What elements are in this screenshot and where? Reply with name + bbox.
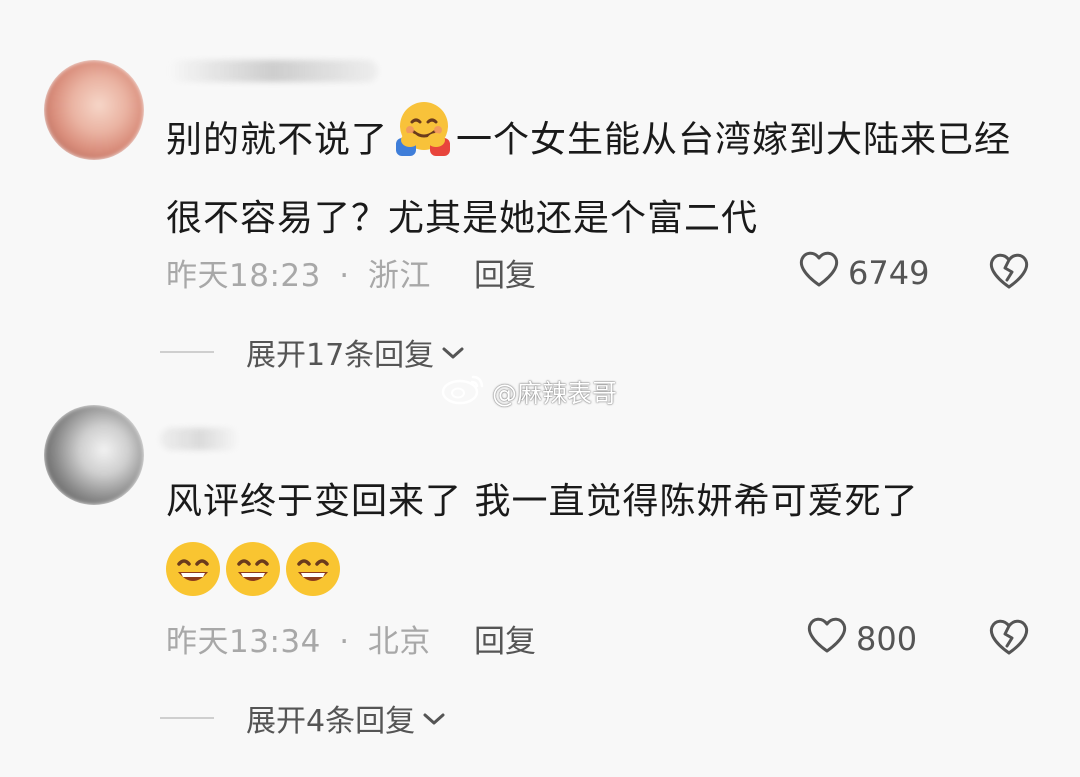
grinning-face-emoji-icon — [284, 540, 342, 602]
expand-replies-label: 展开4条回复 — [246, 704, 416, 739]
comment-text: 风评终于变回来了 我一直觉得陈妍希可爱死了 — [166, 466, 1040, 538]
comment-time: 昨天13:34 — [166, 624, 321, 660]
reply-button[interactable]: 回复 — [474, 250, 536, 295]
like-button[interactable]: 6749 — [798, 250, 929, 296]
watermark-text: @麻辣表哥 — [492, 379, 618, 408]
chevron-down-icon — [421, 701, 447, 736]
watermark: @麻辣表哥 — [440, 372, 617, 412]
username-redacted — [160, 428, 240, 450]
expand-replies-button[interactable]: 展开17条回复 — [160, 330, 466, 374]
chevron-down-icon — [440, 335, 466, 370]
expand-replies-label: 展开17条回复 — [246, 338, 435, 373]
comment-meta: 昨天13:34 · 北京 — [166, 616, 431, 661]
heart-icon — [806, 616, 848, 662]
comment-text-part-1: 别的就不说了 — [166, 119, 389, 161]
comment-time: 昨天18:23 — [166, 258, 321, 294]
grinning-face-emoji-icon — [224, 540, 282, 602]
expand-replies-button[interactable]: 展开4条回复 — [160, 696, 447, 740]
grinning-emoji-row — [164, 540, 342, 602]
avatar-image — [44, 405, 144, 505]
broken-heart-icon — [988, 253, 1030, 294]
comment-location: 北京 — [367, 624, 431, 660]
weibo-icon — [440, 372, 486, 412]
avatar[interactable] — [44, 405, 144, 505]
divider — [160, 717, 214, 719]
avatar[interactable] — [44, 60, 144, 160]
dislike-button[interactable] — [988, 618, 1030, 660]
comment-location: 浙江 — [367, 258, 431, 294]
grinning-face-emoji-icon — [164, 540, 222, 602]
meta-separator: · — [339, 624, 350, 660]
comment-meta: 昨天18:23 · 浙江 — [166, 250, 431, 295]
avatar-image — [44, 60, 144, 160]
like-button[interactable]: 800 — [806, 616, 917, 662]
like-count: 800 — [856, 620, 918, 658]
broken-heart-icon — [988, 619, 1030, 660]
username-redacted — [168, 60, 378, 82]
heart-icon — [798, 250, 840, 296]
meta-separator: · — [339, 258, 350, 294]
comment-text-part-1: 风评终于变回来了 我一直觉得陈妍希可爱死了 — [166, 481, 919, 522]
like-count: 6749 — [848, 254, 930, 292]
reply-button[interactable]: 回复 — [474, 616, 536, 661]
hugging-face-emoji-icon — [390, 100, 454, 183]
divider — [160, 351, 214, 353]
comment-text: 别的就不说了 一个女生能从台湾嫁到大陆来已经很不容易了？尤其是她还是个富二代 — [166, 100, 1040, 255]
dislike-button[interactable] — [988, 252, 1030, 294]
